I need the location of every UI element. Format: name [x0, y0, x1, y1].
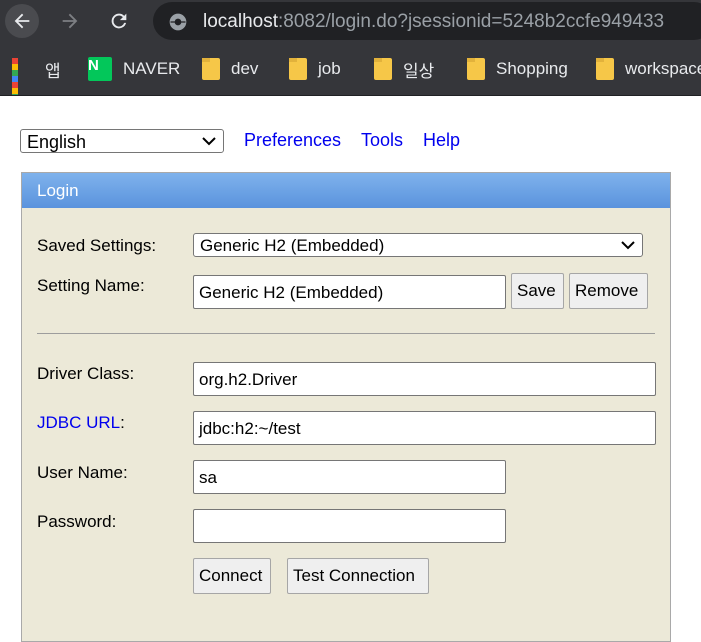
- saved-settings-value: Generic H2 (Embedded): [200, 236, 385, 255]
- folder-icon: [596, 58, 614, 80]
- divider: [37, 333, 655, 334]
- forward-arrow-icon: [62, 13, 78, 29]
- folder-icon: [289, 58, 307, 80]
- url-host: localhost: [203, 11, 278, 32]
- driver-class-label: Driver Class:: [37, 364, 135, 383]
- url-text[interactable]: localhost:8082/login.do?jsessionid=5248b…: [203, 11, 664, 33]
- site-info-icon[interactable]: [168, 12, 188, 32]
- naver-icon: N: [88, 57, 112, 81]
- bookmark-label: workspace: [625, 59, 701, 78]
- tools-link[interactable]: Tools: [361, 130, 403, 151]
- address-bar[interactable]: localhost:8082/login.do?jsessionid=5248b…: [153, 2, 701, 40]
- chevron-down-icon: [621, 241, 635, 250]
- bookmark-daily[interactable]: 일상: [374, 56, 434, 82]
- jdbc-url-link[interactable]: JDBC URL: [37, 413, 120, 432]
- login-header: Login: [22, 173, 670, 208]
- login-panel: Login Saved Settings: Generic H2 (Embedd…: [21, 172, 671, 642]
- bookmark-label: job: [318, 59, 341, 78]
- user-name-label: User Name:: [37, 463, 128, 482]
- bookmark-label: dev: [231, 59, 259, 78]
- language-value: English: [27, 132, 87, 152]
- folder-icon: [467, 58, 485, 80]
- setting-name-input[interactable]: Generic H2 (Embedded): [193, 275, 506, 309]
- saved-settings-label: Saved Settings:: [37, 236, 157, 255]
- bookmark-apps[interactable]: 앱: [12, 56, 61, 95]
- back-button[interactable]: [5, 4, 39, 38]
- reload-button[interactable]: [102, 4, 136, 38]
- back-arrow-icon: [14, 13, 30, 29]
- help-link[interactable]: Help: [423, 130, 460, 151]
- test-connection-button[interactable]: Test Connection: [287, 558, 429, 594]
- chevron-down-icon: [202, 137, 216, 146]
- login-title: Login: [37, 181, 79, 200]
- forward-button[interactable]: [53, 4, 87, 38]
- bookmark-naver[interactable]: N NAVER: [88, 56, 180, 82]
- setting-name-label: Setting Name:: [37, 276, 145, 295]
- preferences-link[interactable]: Preferences: [244, 130, 341, 151]
- bookmark-label: Shopping: [496, 59, 568, 78]
- save-button[interactable]: Save: [511, 273, 564, 309]
- bookmark-label: 앱: [45, 61, 61, 81]
- bookmark-label: 일상: [403, 61, 435, 81]
- folder-icon: [374, 58, 392, 80]
- reload-icon: [111, 13, 127, 29]
- bookmark-dev[interactable]: dev: [202, 56, 258, 82]
- driver-class-input[interactable]: org.h2.Driver: [193, 362, 656, 396]
- jdbc-url-colon: :: [120, 413, 125, 432]
- bookmark-workspace[interactable]: workspace: [596, 56, 701, 82]
- browser-toolbar: localhost:8082/login.do?jsessionid=5248b…: [0, 0, 701, 42]
- apps-icon: [12, 58, 34, 95]
- folder-icon: [202, 58, 220, 80]
- remove-button[interactable]: Remove: [569, 273, 648, 309]
- password-input[interactable]: [193, 509, 506, 543]
- page-content: English Preferences Tools Help Login Sav…: [0, 97, 701, 642]
- bookmarks-bar: 앱 N NAVER dev job 일상 Shopping workspace: [0, 42, 701, 96]
- user-name-input[interactable]: sa: [193, 460, 506, 494]
- bookmark-job[interactable]: job: [289, 56, 341, 82]
- password-label: Password:: [37, 512, 117, 531]
- bookmark-shopping[interactable]: Shopping: [467, 56, 568, 82]
- connect-button[interactable]: Connect: [193, 558, 271, 594]
- saved-settings-select[interactable]: Generic H2 (Embedded): [193, 233, 643, 257]
- url-path: :8082/login.do?jsessionid=5248b2ccfe9494…: [278, 11, 665, 32]
- bookmark-label: NAVER: [123, 59, 181, 78]
- jdbc-url-label: JDBC URL:: [37, 413, 125, 433]
- language-select[interactable]: English: [20, 129, 224, 153]
- jdbc-url-input[interactable]: jdbc:h2:~/test: [193, 411, 656, 445]
